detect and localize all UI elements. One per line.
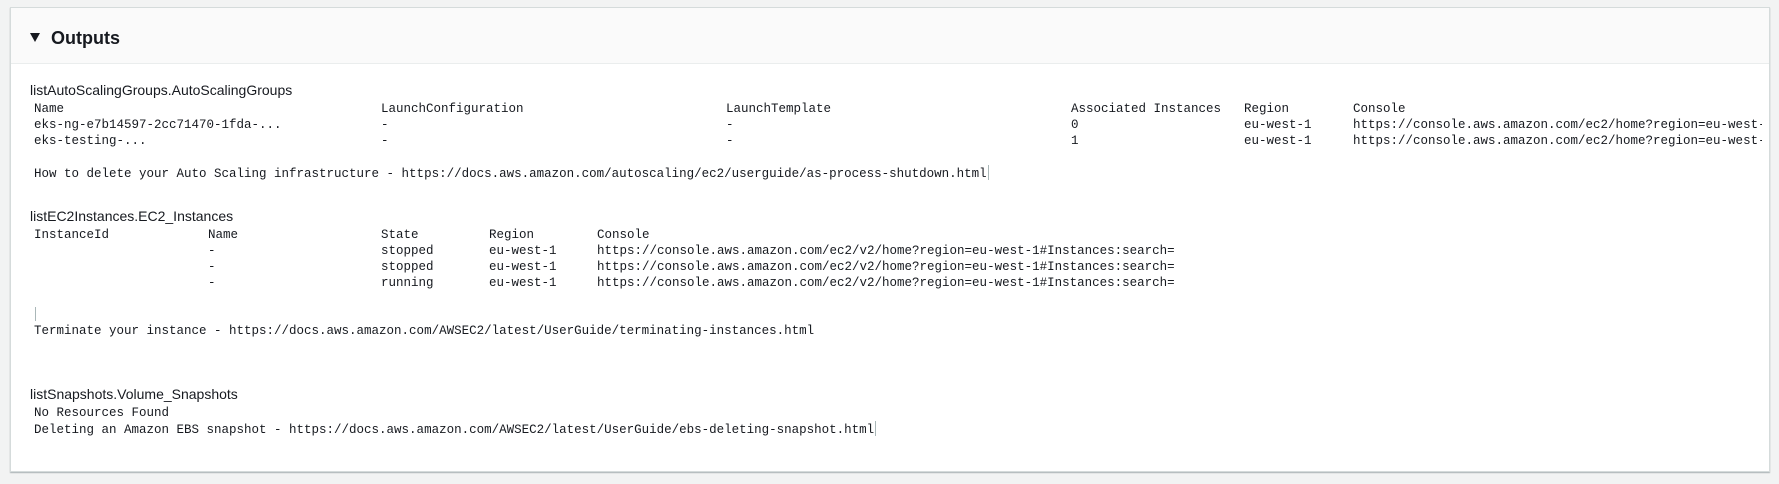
ec2-cell-state: stopped: [381, 244, 434, 258]
asg-note-text[interactable]: How to delete your Auto Scaling infrastr…: [34, 167, 987, 181]
caret-down-icon[interactable]: [30, 33, 40, 42]
asg-cell-launch-template: -: [726, 134, 734, 148]
snap-note[interactable]: Deleting an Amazon EBS snapshot - https:…: [34, 421, 877, 438]
asg-cell-console-link[interactable]: https://console.aws.amazon.com/ec2/home?…: [1353, 117, 1762, 133]
ec2-cell-region: eu-west-1: [489, 244, 557, 258]
asg-cell-console-link[interactable]: https://console.aws.amazon.com/ec2/home?…: [1353, 133, 1762, 149]
ec2-cell-console-link[interactable]: https://console.aws.amazon.com/ec2/v2/ho…: [597, 275, 1175, 291]
panel-title[interactable]: Outputs: [51, 27, 120, 49]
snap-note-text[interactable]: Deleting an Amazon EBS snapshot - https:…: [34, 423, 874, 437]
asg-cell-region: eu-west-1: [1244, 118, 1312, 132]
ec2-cell-name: -: [208, 276, 216, 290]
asg-note[interactable]: How to delete your Auto Scaling infrastr…: [34, 165, 989, 182]
ec2-cell-state: running: [381, 276, 434, 290]
ec2-section-title: listEC2Instances.EC2_Instances: [30, 208, 234, 224]
asg-header-region: Region: [1244, 102, 1290, 116]
ec2-cell-name: -: [208, 244, 216, 258]
outputs-panel: Outputs listAutoScalingGroups.AutoScalin…: [10, 7, 1770, 472]
asg-cell-region: eu-west-1: [1244, 134, 1312, 148]
ec2-header-state: State: [381, 228, 419, 242]
asg-header-launch-configuration: LaunchConfiguration: [381, 102, 524, 116]
ec2-cell-name: -: [208, 260, 216, 274]
asg-cell-launch-configuration: -: [381, 118, 389, 132]
asg-cell-associated-instances: 1: [1071, 134, 1079, 148]
ec2-header-region: Region: [489, 228, 535, 242]
asg-cell-name: eks-ng-e7b14597-2cc71470-1fda-...: [34, 118, 282, 132]
asg-cell-name: eks-testing-...: [34, 134, 147, 148]
asg-cell-launch-template: -: [726, 118, 734, 132]
ec2-header-console: Console: [597, 228, 650, 242]
text-cursor: [875, 421, 877, 436]
asg-header-associated-instances: Associated Instances: [1071, 102, 1222, 116]
asg-header-console: Console: [1353, 102, 1406, 116]
ec2-cell-region: eu-west-1: [489, 260, 557, 274]
asg-header-name: Name: [34, 102, 65, 116]
text-cursor: [35, 307, 36, 321]
text-cursor: [987, 165, 989, 180]
ec2-note-text[interactable]: Terminate your instance - https://docs.a…: [34, 324, 814, 338]
asg-cell-associated-instances: 0: [1071, 118, 1079, 132]
panel-header[interactable]: Outputs: [11, 8, 1769, 64]
ec2-note[interactable]: Terminate your instance - https://docs.a…: [34, 323, 814, 339]
ec2-header-name: Name: [208, 228, 239, 242]
asg-header-launch-template: LaunchTemplate: [726, 102, 832, 116]
snap-section-title: listSnapshots.Volume_Snapshots: [30, 386, 238, 402]
snap-empty-message: No Resources Found: [34, 406, 170, 420]
ec2-cell-console-link[interactable]: https://console.aws.amazon.com/ec2/v2/ho…: [597, 259, 1175, 275]
asg-cell-launch-configuration: -: [381, 134, 389, 148]
ec2-cell-region: eu-west-1: [489, 276, 557, 290]
ec2-header-instance-id: InstanceId: [34, 228, 110, 242]
ec2-cell-state: stopped: [381, 260, 434, 274]
ec2-cell-console-link[interactable]: https://console.aws.amazon.com/ec2/v2/ho…: [597, 243, 1175, 259]
asg-section-title: listAutoScalingGroups.AutoScalingGroups: [30, 82, 293, 98]
